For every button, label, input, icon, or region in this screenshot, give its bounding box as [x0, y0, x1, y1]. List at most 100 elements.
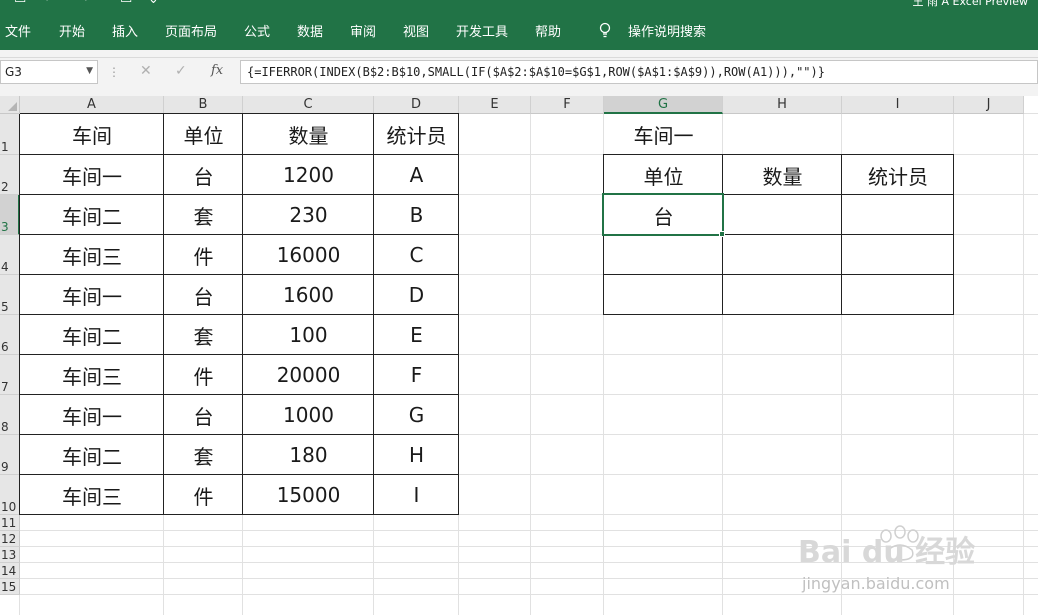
formula-input[interactable]: {=IFERROR(INDEX(B$2:B$10,SMALL(IF($A$2:$… [240, 60, 1038, 84]
column-header-a[interactable]: A [20, 96, 164, 114]
fill-handle[interactable] [719, 231, 725, 237]
table-cell[interactable]: 件 [164, 355, 243, 395]
lookup-cell[interactable] [723, 235, 842, 275]
lookup-cell[interactable] [604, 275, 723, 315]
table-cell[interactable]: 车间二 [20, 315, 164, 355]
column-header-i[interactable]: I [842, 96, 954, 114]
table-cell[interactable]: A [374, 155, 459, 195]
tab-help[interactable]: 帮助 [535, 21, 561, 40]
table-cell[interactable]: C [374, 235, 459, 275]
tab-insert[interactable]: 插入 [112, 21, 138, 40]
tab-file[interactable]: 文件 [5, 21, 31, 40]
column-header-b[interactable]: B [164, 96, 243, 114]
table-cell[interactable]: 件 [164, 475, 243, 515]
customize-chevron-icon[interactable]: ⌄ [148, 0, 159, 8]
table-cell[interactable]: 1000 [243, 395, 374, 435]
lookup-key-cell[interactable]: 车间一 [604, 114, 723, 155]
tab-review[interactable]: 审阅 [350, 21, 376, 40]
table-cell[interactable]: 套 [164, 195, 243, 235]
table-cell[interactable]: 车间二 [20, 195, 164, 235]
lookup-header-cell[interactable]: 数量 [723, 155, 842, 195]
lookup-cell[interactable] [723, 275, 842, 315]
table-cell[interactable]: 16000 [243, 235, 374, 275]
save-icon[interactable]: ▭ [14, 0, 26, 8]
table-cell[interactable]: 套 [164, 435, 243, 475]
column-header-d[interactable]: D [374, 96, 459, 114]
table-cell[interactable]: 件 [164, 235, 243, 275]
tab-page-layout[interactable]: 页面布局 [165, 21, 217, 40]
table-cell[interactable]: I [374, 475, 459, 515]
row-header-3[interactable]: 3 [0, 195, 20, 235]
table-cell[interactable]: 车间一 [20, 155, 164, 195]
column-header-e[interactable]: E [459, 96, 531, 114]
table-cell[interactable]: 180 [243, 435, 374, 475]
row-header-2[interactable]: 2 [0, 155, 20, 195]
lookup-cell[interactable] [604, 235, 723, 275]
lookup-cell[interactable] [723, 195, 842, 235]
table-cell[interactable]: 车间三 [20, 235, 164, 275]
row-header-8[interactable]: 8 [0, 395, 20, 435]
table-cell[interactable]: D [374, 275, 459, 315]
table-header-cell[interactable]: 车间 [20, 114, 164, 155]
column-header-h[interactable]: H [723, 96, 842, 114]
table-cell[interactable]: G [374, 395, 459, 435]
table-cell[interactable]: 车间一 [20, 395, 164, 435]
table-cell[interactable]: 100 [243, 315, 374, 355]
table-cell[interactable]: 台 [164, 395, 243, 435]
enter-icon[interactable]: ✓ [175, 63, 187, 79]
chevron-down-icon[interactable]: ▼ [86, 66, 93, 76]
name-box[interactable]: G3 ▼ [0, 60, 98, 84]
table-cell[interactable]: 20000 [243, 355, 374, 395]
row-header-11[interactable]: 11 [0, 515, 20, 531]
column-header-f[interactable]: F [531, 96, 604, 114]
lookup-cell[interactable]: 台 [604, 195, 723, 235]
column-header-g[interactable]: G [604, 96, 723, 114]
lookup-cell[interactable] [842, 235, 954, 275]
row-header-4[interactable]: 4 [0, 235, 20, 275]
worksheet-grid[interactable]: A B C D E F G H I J 1 2 3 4 5 6 7 8 9 10 11 12 13 14 15 车间 单位 数量 统计… [0, 96, 1038, 615]
lookup-cell[interactable] [842, 195, 954, 235]
table-cell[interactable]: 1600 [243, 275, 374, 315]
select-all-corner[interactable] [0, 96, 20, 114]
quick-access-icon[interactable]: ▭ [120, 0, 132, 8]
tab-formulas[interactable]: 公式 [244, 21, 270, 40]
row-header-12[interactable]: 12 [0, 531, 20, 547]
table-header-cell[interactable]: 数量 [243, 114, 374, 155]
tab-data[interactable]: 数据 [297, 21, 323, 40]
row-header-9[interactable]: 9 [0, 435, 20, 475]
row-header-13[interactable]: 13 [0, 547, 20, 563]
table-cell[interactable]: 230 [243, 195, 374, 235]
table-cell[interactable]: H [374, 435, 459, 475]
row-header-15[interactable]: 15 [0, 579, 20, 595]
table-cell[interactable]: F [374, 355, 459, 395]
more-options-icon[interactable]: ⋮ [108, 65, 120, 79]
redo-icon[interactable]: ↷ [78, 0, 89, 8]
table-cell[interactable]: E [374, 315, 459, 355]
column-header-j[interactable]: J [954, 96, 1024, 114]
table-cell[interactable]: 车间一 [20, 275, 164, 315]
table-cell[interactable]: B [374, 195, 459, 235]
table-cell[interactable]: 车间三 [20, 355, 164, 395]
table-cell[interactable]: 套 [164, 315, 243, 355]
undo-icon[interactable]: ↶ [44, 0, 55, 8]
insert-function-icon[interactable]: fx [211, 63, 223, 78]
tell-me-search[interactable]: 操作说明搜索 [628, 21, 706, 40]
tab-home[interactable]: 开始 [59, 21, 85, 40]
column-header-c[interactable]: C [243, 96, 374, 114]
table-cell[interactable]: 15000 [243, 475, 374, 515]
lookup-cell[interactable] [842, 275, 954, 315]
row-header-10[interactable]: 10 [0, 475, 20, 515]
tab-developer[interactable]: 开发工具 [456, 21, 508, 40]
table-header-cell[interactable]: 统计员 [374, 114, 459, 155]
table-cell[interactable]: 车间二 [20, 435, 164, 475]
table-cell[interactable]: 1200 [243, 155, 374, 195]
row-header-1[interactable]: 1 [0, 114, 20, 155]
row-header-14[interactable]: 14 [0, 563, 20, 579]
tab-view[interactable]: 视图 [403, 21, 429, 40]
table-cell[interactable]: 台 [164, 155, 243, 195]
row-header-6[interactable]: 6 [0, 315, 20, 355]
lookup-header-cell[interactable]: 单位 [604, 155, 723, 195]
lookup-header-cell[interactable]: 统计员 [842, 155, 954, 195]
table-header-cell[interactable]: 单位 [164, 114, 243, 155]
row-header-7[interactable]: 7 [0, 355, 20, 395]
